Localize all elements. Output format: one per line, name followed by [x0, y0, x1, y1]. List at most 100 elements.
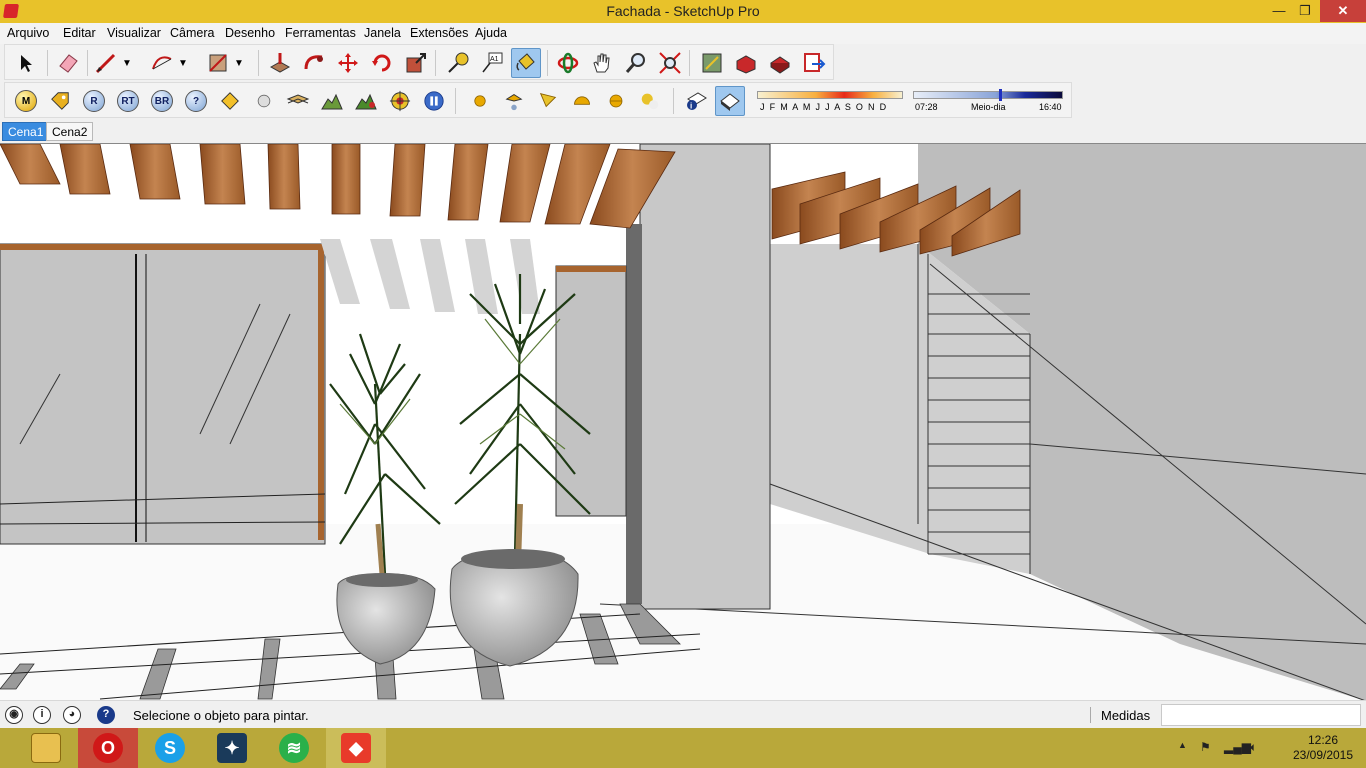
model-viewport[interactable]: [0, 143, 1366, 700]
spot-icon[interactable]: [533, 86, 563, 116]
svg-text:i: i: [690, 102, 692, 111]
sun-icon[interactable]: [465, 86, 495, 116]
eraser-icon[interactable]: [53, 48, 83, 78]
zoom-extents-icon[interactable]: [655, 48, 685, 78]
planes-icon[interactable]: [283, 86, 313, 116]
tray-overflow-icon[interactable]: ▲: [1178, 740, 1187, 750]
menu-bar: Arquivo Editar Visualizar Câmera Desenho…: [0, 23, 1366, 44]
shadow-time-start: 07:28: [915, 102, 938, 112]
menu-ferramentas[interactable]: Ferramentas: [285, 26, 356, 40]
sphere-light-icon[interactable]: [601, 86, 631, 116]
send-to-layout-icon[interactable]: [799, 48, 829, 78]
text-icon[interactable]: A1: [477, 48, 507, 78]
half-sun-icon[interactable]: [567, 86, 597, 116]
rectangle-icon[interactable]: [203, 48, 233, 78]
extension-warehouse-icon[interactable]: [765, 48, 795, 78]
spotify-icon: ≋: [279, 733, 309, 763]
tag-icon[interactable]: [45, 86, 75, 116]
credits-info-icon[interactable]: i: [33, 706, 51, 724]
spotify-taskbar-button[interactable]: ≋: [264, 728, 324, 768]
taskbar: O S ✦ ≋ ◆ ▲ ⚑ ▂▄▆ 🔈︎ 12:26 23/09/2015: [0, 728, 1366, 768]
window-title: Fachada - SketchUp Pro: [606, 3, 760, 19]
close-button[interactable]: ✕: [1320, 0, 1366, 22]
tab-cena1[interactable]: Cena1: [2, 122, 50, 141]
scene-tabs: Cena1 Cena2: [0, 120, 1366, 142]
moon-icon[interactable]: [635, 86, 665, 116]
menu-visualizar[interactable]: Visualizar: [107, 26, 161, 40]
menu-desenho[interactable]: Desenho: [225, 26, 275, 40]
move-icon[interactable]: [333, 48, 363, 78]
zoom-icon[interactable]: [621, 48, 651, 78]
svg-text:A1: A1: [490, 56, 499, 63]
status-hint: Selecione o objeto para pintar.: [133, 708, 309, 723]
skype-icon: S: [155, 733, 185, 763]
opera-taskbar-button[interactable]: O: [78, 728, 138, 768]
toolbar-area: ▼ ▼ ▼ A1 M R RT BR ? i J F M A M J J A S…: [0, 44, 1366, 120]
shadow-time-slider[interactable]: 07:28 Meio-dia 16:40: [913, 89, 1063, 115]
instructor-help-icon[interactable]: ?: [97, 706, 115, 724]
tab-cena2[interactable]: Cena2: [46, 122, 94, 141]
menu-editar[interactable]: Editar: [63, 26, 96, 40]
label-icon[interactable]: [215, 86, 245, 116]
tape-measure-icon[interactable]: [443, 48, 473, 78]
arc-dropdown-icon[interactable]: ▼: [175, 48, 191, 78]
volume-icon[interactable]: 🔈︎: [1250, 740, 1257, 755]
push-pull-icon[interactable]: [265, 48, 295, 78]
rt-icon[interactable]: RT: [113, 86, 143, 116]
rectangle-dropdown-icon[interactable]: ▼: [231, 48, 247, 78]
pencil-icon[interactable]: [91, 48, 121, 78]
r-icon[interactable]: R: [79, 86, 109, 116]
scene-render: [0, 144, 1366, 700]
m-icon[interactable]: M: [11, 86, 41, 116]
scale-icon[interactable]: [401, 48, 431, 78]
paint-bucket-icon[interactable]: [511, 48, 541, 78]
share-model-icon[interactable]: [731, 48, 761, 78]
br-icon[interactable]: BR: [147, 86, 177, 116]
menu-camera[interactable]: Câmera: [170, 26, 214, 40]
title-bar: Fachada - SketchUp Pro — ❐ ✕: [0, 0, 1366, 23]
info-shadow-icon[interactable]: i: [681, 86, 711, 116]
file-explorer-taskbar-button[interactable]: [16, 728, 76, 768]
shadow-toggle-icon[interactable]: [715, 86, 745, 116]
lightning-icon: ✦: [217, 733, 247, 763]
follow-me-icon[interactable]: [299, 48, 329, 78]
orbit-icon[interactable]: [553, 48, 583, 78]
sphere-icon[interactable]: [249, 86, 279, 116]
clock[interactable]: 12:26 23/09/2015: [1290, 733, 1356, 763]
shadow-date-slider[interactable]: J F M A M J J A S O N D: [757, 89, 903, 115]
network-icon[interactable]: ▂▄▆: [1224, 740, 1251, 754]
rotate-icon[interactable]: [367, 48, 397, 78]
pause-icon[interactable]: [419, 86, 449, 116]
select-icon[interactable]: [11, 48, 41, 78]
main-toolbar: ▼ ▼ ▼ A1: [4, 44, 834, 80]
user-account-icon[interactable]: ◕: [63, 706, 81, 724]
sketchup-taskbar-button[interactable]: ◆: [326, 728, 386, 768]
geo-location-icon[interactable]: ◉: [5, 706, 23, 724]
extensions-toolbar: M R RT BR ? i J F M A M J J A S O N D 07…: [4, 82, 1072, 118]
pan-icon[interactable]: [587, 48, 617, 78]
clock-date: 23/09/2015: [1292, 748, 1354, 762]
lamp-icon[interactable]: [499, 86, 529, 116]
restore-button[interactable]: ❐: [1290, 0, 1320, 22]
menu-arquivo[interactable]: Arquivo: [7, 26, 49, 40]
flag-icon[interactable]: ⚑: [1200, 740, 1211, 754]
pencil-dropdown-icon[interactable]: ▼: [119, 48, 135, 78]
menu-janela[interactable]: Janela: [364, 26, 401, 40]
measurements-input[interactable]: [1161, 704, 1361, 726]
target-icon[interactable]: [385, 86, 415, 116]
clock-time: 12:26: [1307, 733, 1339, 747]
help-icon[interactable]: ?: [181, 86, 211, 116]
skype-taskbar-button[interactable]: S: [140, 728, 200, 768]
folder-icon: [31, 733, 61, 763]
status-bar: ◉ i ◕ ? Selecione o objeto para pintar. …: [0, 700, 1366, 728]
sketchup-icon: ◆: [341, 733, 371, 763]
menu-extensoes[interactable]: Extensões: [410, 26, 468, 40]
menu-ajuda[interactable]: Ajuda: [475, 26, 507, 40]
opera-icon: O: [93, 733, 123, 763]
warehouse-icon[interactable]: [697, 48, 727, 78]
app-taskbar-button[interactable]: ✦: [202, 728, 262, 768]
shadow-time-mid: Meio-dia: [971, 102, 1006, 112]
terrain-icon[interactable]: [317, 86, 347, 116]
terrain2-icon[interactable]: [351, 86, 381, 116]
arc-icon[interactable]: [147, 48, 177, 78]
